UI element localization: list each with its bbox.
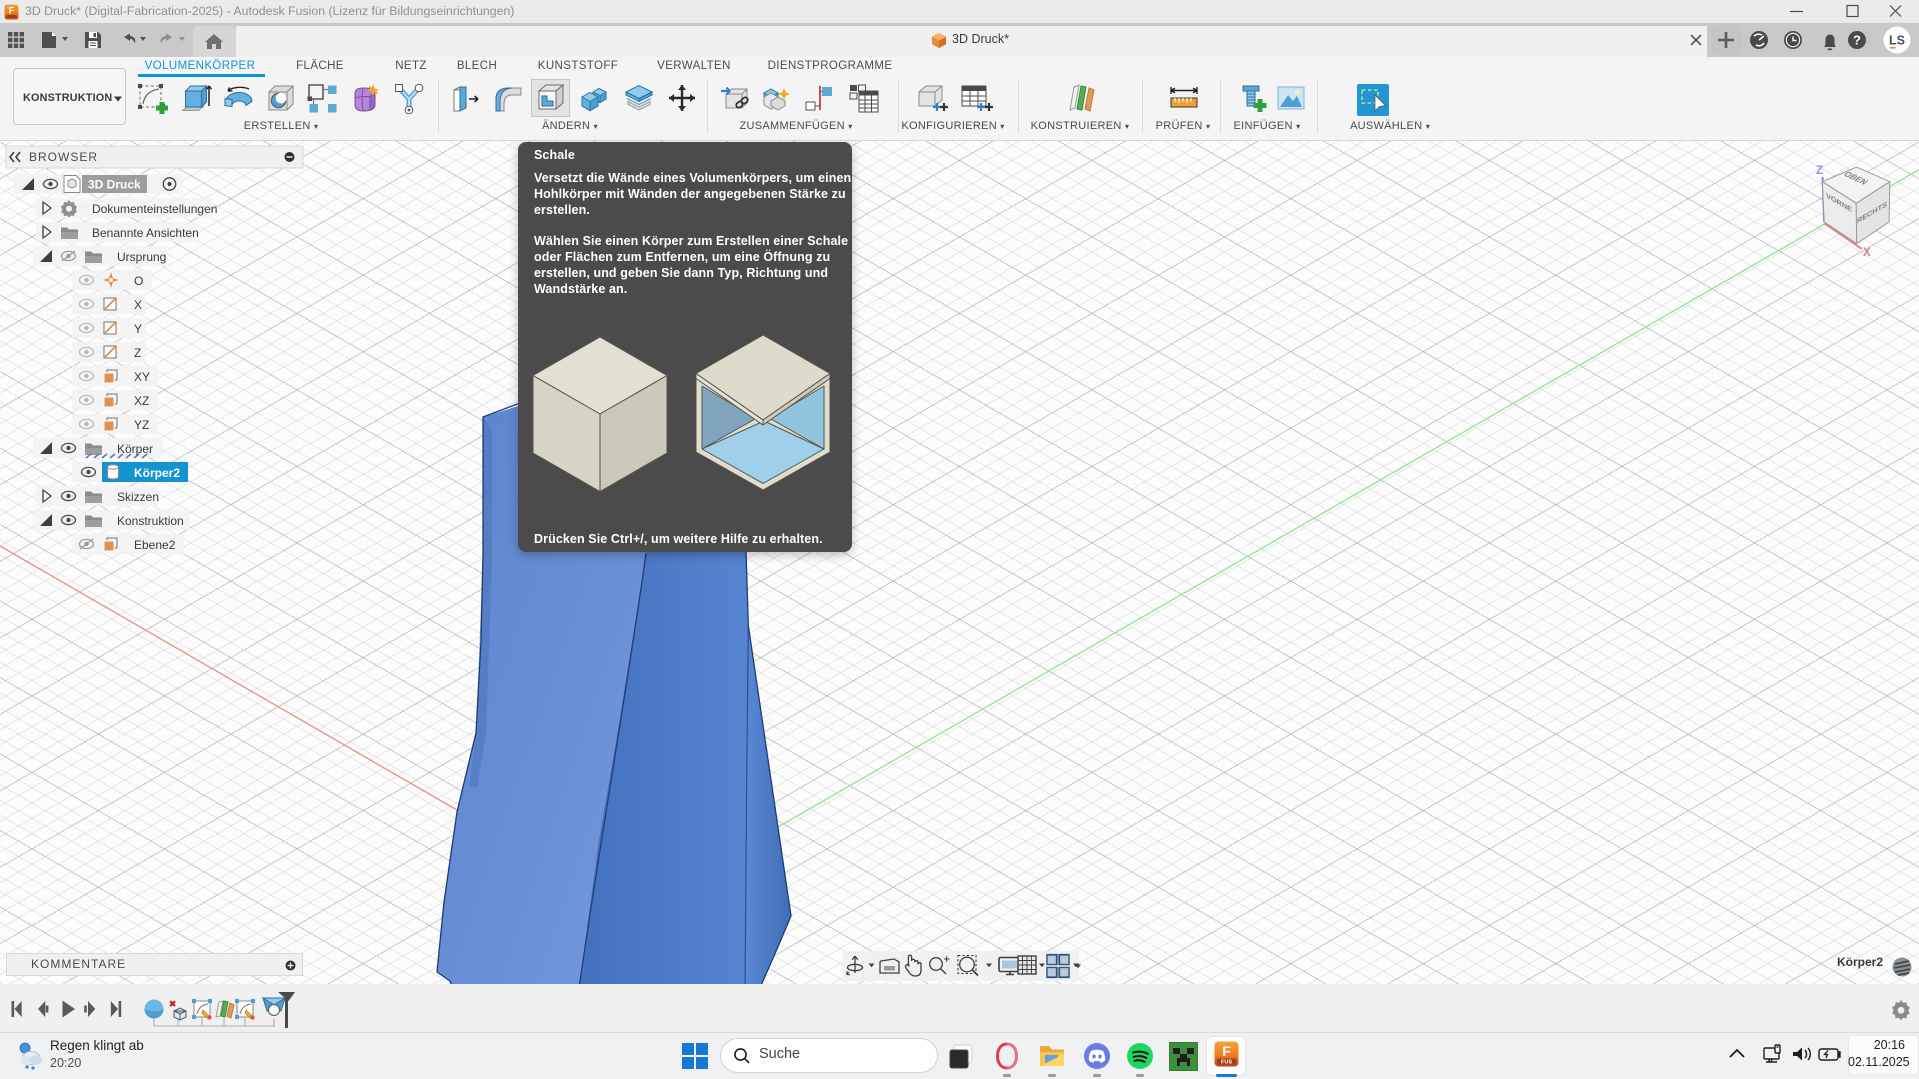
svg-text:LS: LS <box>1889 34 1905 48</box>
svg-text:3D Druck: 3D Druck <box>88 178 141 192</box>
svg-text:O: O <box>134 274 143 288</box>
svg-text:YZ: YZ <box>134 418 149 432</box>
svg-text:Skizzen: Skizzen <box>117 490 159 504</box>
svg-text:XY: XY <box>134 370 150 384</box>
svg-text:FUS: FUS <box>1221 1060 1232 1066</box>
svg-text:Körper: Körper <box>117 442 153 456</box>
svg-text:Dokumenteinstellungen: Dokumenteinstellungen <box>92 202 217 216</box>
svg-text:Konstruktion: Konstruktion <box>117 514 184 528</box>
svg-text:Z: Z <box>1816 165 1823 177</box>
svg-text:XZ: XZ <box>134 394 149 408</box>
svg-text:F: F <box>9 6 15 16</box>
svg-text:?: ? <box>1853 33 1861 48</box>
svg-text:Körper2: Körper2 <box>134 466 180 480</box>
svg-text:F: F <box>1222 1043 1231 1059</box>
svg-text:BROWSER: BROWSER <box>29 150 98 164</box>
svg-text:X: X <box>1863 247 1871 259</box>
svg-text:Z: Z <box>134 346 141 360</box>
svg-text:Y: Y <box>134 322 142 336</box>
svg-text:Ebene2: Ebene2 <box>134 538 176 552</box>
svg-text:Benannte Ansichten: Benannte Ansichten <box>92 226 199 240</box>
svg-text:X: X <box>134 298 142 312</box>
svg-text:Ursprung: Ursprung <box>117 250 166 264</box>
